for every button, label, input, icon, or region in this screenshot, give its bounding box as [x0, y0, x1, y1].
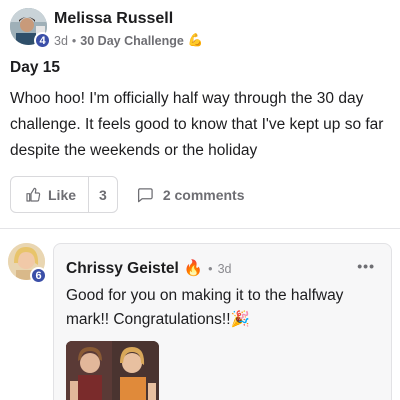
fire-icon: 🔥: [183, 260, 204, 277]
post-actions: Like 3 2 comments: [10, 176, 245, 213]
comment-box: Chrissy Geistel 🔥 • 3d ••• Good for you …: [53, 243, 392, 400]
post-time: 3d: [54, 33, 68, 48]
comments-button[interactable]: 2 comments: [136, 186, 245, 203]
divider: [0, 228, 400, 229]
post-meta: 3d • 30 Day Challenge 💪: [54, 33, 203, 48]
post-category[interactable]: 30 Day Challenge: [80, 34, 184, 48]
comment-header: Chrissy Geistel 🔥 • 3d: [66, 259, 231, 278]
post-header: 4 Melissa Russell 3d • 30 Day Challenge …: [10, 8, 390, 52]
more-options-button[interactable]: •••: [357, 258, 375, 274]
author-name[interactable]: Melissa Russell: [54, 10, 173, 28]
comment-separator: •: [208, 261, 213, 276]
like-button[interactable]: Like: [11, 177, 90, 212]
author-level-badge: 4: [34, 32, 51, 49]
comment-bubble-icon: [137, 188, 153, 203]
comment-gif-image[interactable]: [66, 341, 159, 400]
thumbs-up-icon: [26, 187, 41, 202]
comment-text: Good for you on making it to the halfway…: [66, 287, 344, 328]
author-avatar-wrap[interactable]: 4: [10, 8, 51, 49]
like-group: Like 3: [10, 176, 118, 213]
commenter-name[interactable]: Chrissy Geistel: [66, 260, 179, 278]
celebration-gif: [66, 341, 159, 400]
commenter-level-badge: 6: [30, 267, 47, 284]
comment-time: 3d: [217, 261, 232, 276]
post-body: Whoo hoo! I'm officially half way throug…: [10, 90, 384, 159]
like-count-button[interactable]: 3: [89, 177, 117, 212]
meta-separator: •: [71, 33, 77, 48]
like-label: Like: [48, 186, 77, 203]
comments-label: 2 comments: [162, 186, 245, 203]
commenter-avatar-wrap[interactable]: 6: [8, 243, 47, 284]
post-title: Day 15: [10, 59, 60, 76]
flexed-bicep-icon: 💪: [187, 33, 204, 47]
